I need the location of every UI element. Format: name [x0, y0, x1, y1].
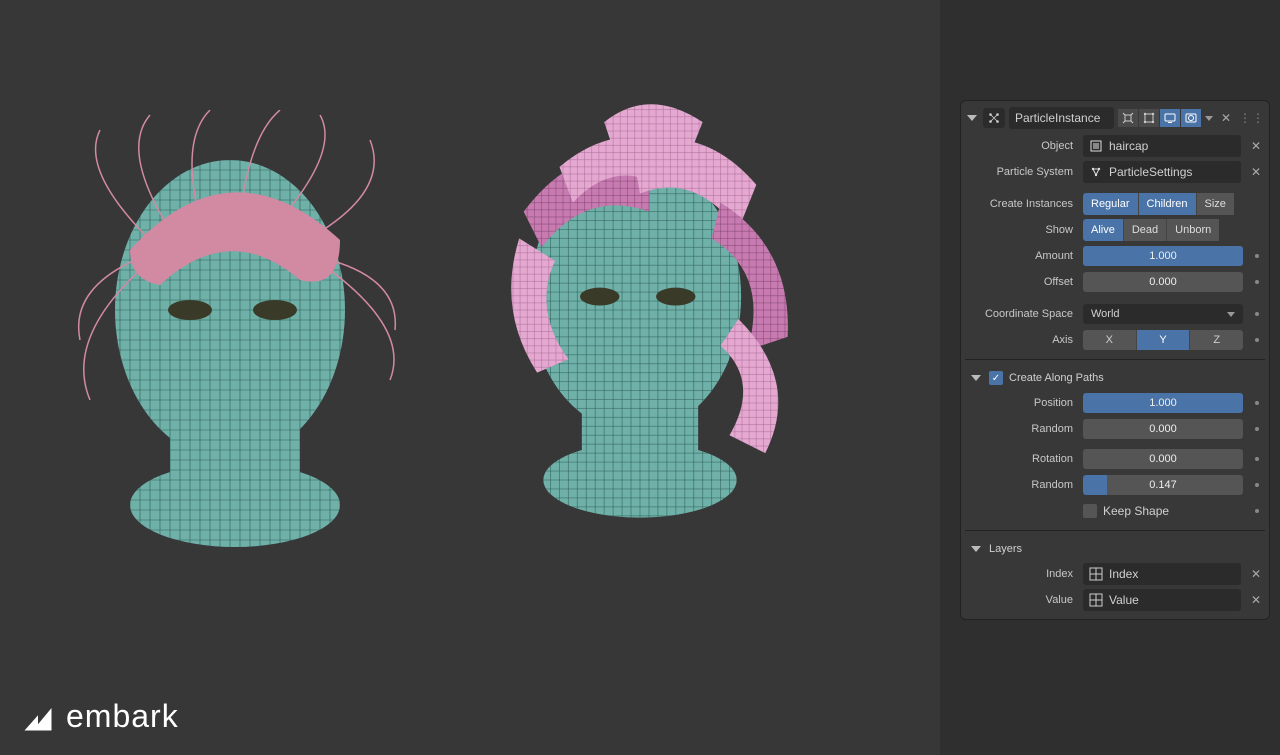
drag-handle-icon[interactable]: ⋮⋮ [1239, 111, 1265, 125]
rotation-label: Rotation [965, 453, 1077, 465]
layers-header[interactable]: Layers [965, 537, 1265, 561]
axis-label: Axis [965, 334, 1077, 346]
object-label: Object [965, 140, 1077, 152]
axis-x-button[interactable]: X [1083, 330, 1137, 350]
uv-icon [1089, 593, 1103, 607]
create-instances-label: Create Instances [965, 198, 1077, 210]
value-field[interactable]: Value [1083, 589, 1241, 611]
particle-system-label: Particle System [965, 166, 1077, 178]
uv-icon [1089, 567, 1103, 581]
animate-dot[interactable] [1255, 427, 1259, 431]
position-field[interactable]: 1.000 [1083, 393, 1243, 413]
head-model-haircards-right [470, 90, 810, 530]
instance-children-button[interactable]: Children [1139, 193, 1197, 215]
create-along-paths-checkbox[interactable]: ✓ [989, 371, 1003, 385]
random-pos-field[interactable]: 0.000 [1083, 419, 1243, 439]
index-label: Index [965, 568, 1077, 580]
head-model-wireframe-left [60, 110, 400, 550]
instance-size-button[interactable]: Size [1197, 193, 1234, 215]
realtime-icon[interactable] [1160, 109, 1180, 127]
position-label: Position [965, 397, 1077, 409]
clear-object-button[interactable]: ✕ [1247, 135, 1265, 157]
offset-field[interactable]: 0.000 [1083, 272, 1243, 292]
value-label: Value [965, 594, 1077, 606]
animate-dot[interactable] [1255, 312, 1259, 316]
keep-shape-label: Keep Shape [1103, 504, 1169, 518]
animate-dot[interactable] [1255, 254, 1259, 258]
on-cage-icon[interactable] [1118, 109, 1138, 127]
modifier-name-input[interactable]: ParticleInstance [1009, 107, 1114, 129]
particles-icon [1089, 165, 1103, 179]
expand-icon[interactable] [967, 115, 977, 121]
coord-space-select[interactable]: World [1083, 304, 1243, 324]
clear-value-button[interactable]: ✕ [1247, 589, 1265, 611]
edit-mode-icon[interactable] [1139, 109, 1159, 127]
animate-dot[interactable] [1255, 483, 1259, 487]
mesh-icon [1089, 139, 1103, 153]
particle-system-field[interactable]: ParticleSettings [1083, 161, 1241, 183]
modifier-panel: ParticleInstance ✕ ⋮⋮ Object haircap ✕ P… [960, 100, 1270, 620]
axis-z-button[interactable]: Z [1190, 330, 1243, 350]
animate-dot[interactable] [1255, 280, 1259, 284]
delete-modifier-button[interactable]: ✕ [1217, 107, 1235, 129]
animate-dot[interactable] [1255, 509, 1259, 513]
amount-label: Amount [965, 250, 1077, 262]
create-along-paths-header[interactable]: ✓ Create Along Paths [965, 366, 1265, 390]
axis-buttons: X Y Z [1083, 330, 1243, 350]
show-alive-button[interactable]: Alive [1083, 219, 1124, 241]
keep-shape-checkbox[interactable] [1083, 504, 1097, 518]
axis-y-button[interactable]: Y [1137, 330, 1191, 350]
random-rot-field[interactable]: 0.147 [1083, 475, 1243, 495]
clear-psys-button[interactable]: ✕ [1247, 161, 1265, 183]
show-unborn-button[interactable]: Unborn [1167, 219, 1219, 241]
rotation-field[interactable]: 0.000 [1083, 449, 1243, 469]
animate-dot[interactable] [1255, 457, 1259, 461]
coord-space-label: Coordinate Space [965, 308, 1077, 320]
random-rot-label: Random [965, 479, 1077, 491]
clear-index-button[interactable]: ✕ [1247, 563, 1265, 585]
show-dead-button[interactable]: Dead [1124, 219, 1167, 241]
show-label: Show [965, 224, 1077, 236]
expand-icon [971, 375, 981, 381]
animate-dot[interactable] [1255, 338, 1259, 342]
extras-menu-icon[interactable] [1205, 116, 1213, 121]
expand-icon [971, 546, 981, 552]
modifier-header: ParticleInstance ✕ ⋮⋮ [965, 107, 1265, 129]
embark-logo: embark [20, 698, 179, 735]
random-pos-label: Random [965, 423, 1077, 435]
offset-label: Offset [965, 276, 1077, 288]
modifier-display-toggles [1118, 109, 1201, 127]
instance-regular-button[interactable]: Regular [1083, 193, 1139, 215]
amount-field[interactable]: 1.000 [1083, 246, 1243, 266]
object-field[interactable]: haircap [1083, 135, 1241, 157]
viewport-3d[interactable]: embark [0, 0, 940, 755]
animate-dot[interactable] [1255, 401, 1259, 405]
logo-text: embark [66, 698, 179, 735]
render-icon[interactable] [1181, 109, 1201, 127]
modifier-type-icon[interactable] [983, 108, 1005, 128]
index-field[interactable]: Index [1083, 563, 1241, 585]
